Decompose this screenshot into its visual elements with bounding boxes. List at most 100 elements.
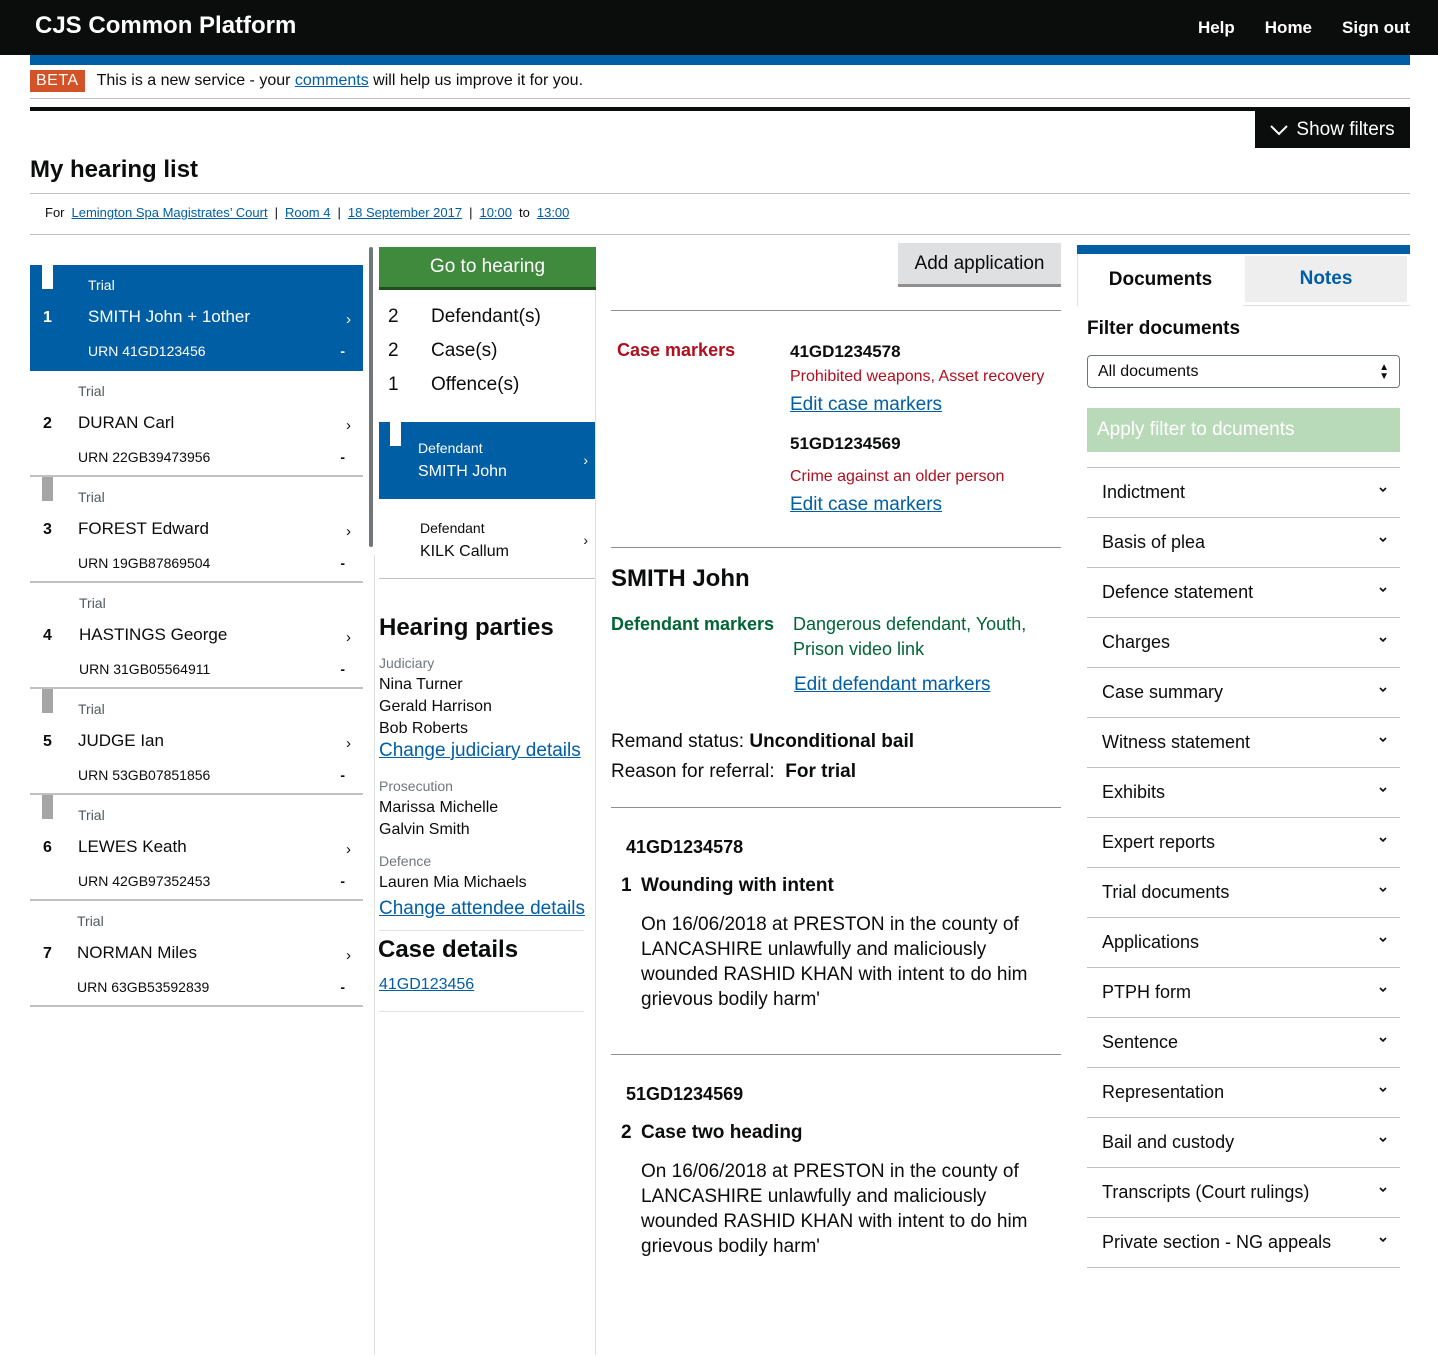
divider — [1243, 305, 1410, 306]
divider — [611, 547, 1061, 548]
document-category-item[interactable]: Charges — [1087, 618, 1400, 668]
prosecution-label: Prosecution — [379, 778, 453, 794]
chevron-right-icon: › — [346, 523, 351, 540]
urn-value: 41GD123456 — [122, 343, 206, 359]
defence-label: Defence — [379, 853, 432, 869]
document-category-item[interactable]: PTPH form — [1087, 968, 1400, 1018]
document-category-item[interactable]: Defence statement — [1087, 568, 1400, 618]
beta-tag: BETA — [30, 70, 85, 92]
hearing-item-7[interactable]: Trial 7 NORMAN Miles URN 63GB53592839 › … — [30, 901, 363, 1007]
document-category-item[interactable]: Exhibits — [1087, 768, 1400, 818]
divider — [611, 807, 1061, 808]
app-title[interactable]: CJS Common Platform — [35, 12, 296, 40]
chevron-down-icon — [1379, 737, 1387, 743]
document-category-item[interactable]: Bail and custody — [1087, 1118, 1400, 1168]
document-category-item[interactable]: Private section - NG appeals — [1087, 1218, 1400, 1268]
defendant-card-kilk[interactable]: Defendant KILK Callum › — [379, 502, 596, 579]
case-details-link[interactable]: 41GD123456 — [379, 976, 474, 994]
chevron-down-icon — [1379, 887, 1387, 893]
document-category-item[interactable]: Expert reports — [1087, 818, 1400, 868]
edit-defendant-markers-link[interactable]: Edit defendant markers — [794, 674, 990, 696]
urn-label: URN — [78, 873, 109, 889]
hearing-item-4[interactable]: Trial 4 HASTINGS George URN 31GB05564911… — [30, 583, 363, 689]
document-category-label: Charges — [1102, 632, 1171, 652]
time-from-link[interactable]: 10:00 — [479, 205, 512, 220]
document-category-label: Bail and custody — [1102, 1132, 1235, 1152]
document-category-item[interactable]: Applications — [1087, 918, 1400, 968]
urn-label: URN — [78, 449, 109, 465]
hearing-dash: - — [340, 555, 345, 571]
document-list: Indictment Basis of plea Defence statement… — [1087, 467, 1400, 1268]
defendant-card-smith[interactable]: Defendant SMITH John › — [379, 422, 596, 499]
document-category-label: Representation — [1102, 1082, 1225, 1102]
nav-help[interactable]: Help — [1198, 18, 1235, 38]
hearing-item-2[interactable]: Trial 2 DURAN Carl URN 22GB39473956 › - — [30, 371, 363, 477]
count-offences: 1 Offence(s) — [388, 374, 541, 408]
divider — [30, 234, 1410, 235]
urn-value: 19GB87869504 — [112, 555, 211, 571]
hearing-number: 4 — [43, 627, 52, 644]
filter-selected-value: All documents — [1098, 362, 1199, 380]
document-category-label: PTPH form — [1102, 982, 1192, 1002]
date-link[interactable]: 18 September 2017 — [348, 205, 462, 220]
urn-value: 22GB39473956 — [112, 449, 211, 465]
nav-home[interactable]: Home — [1265, 18, 1312, 38]
document-category-item[interactable]: Witness statement — [1087, 718, 1400, 768]
comments-link[interactable]: comments — [295, 72, 369, 89]
page-title: My hearing list — [30, 156, 199, 183]
edit-case-markers-link[interactable]: Edit case markers — [790, 394, 942, 416]
change-judiciary-link[interactable]: Change judiciary details — [379, 740, 581, 762]
hearing-dash: - — [340, 873, 345, 889]
document-category-item[interactable]: Representation — [1087, 1068, 1400, 1118]
document-filter-select[interactable]: All documents ▲ ▼ — [1087, 355, 1400, 388]
hearing-item-6[interactable]: Trial 6 LEWES Keath URN 42GB97352453 › - — [30, 795, 363, 901]
urn-label: URN — [88, 343, 119, 359]
tab-notes[interactable]: Notes — [1245, 256, 1407, 302]
time-to-link[interactable]: 13:00 — [537, 205, 570, 220]
chevron-right-icon: › — [346, 629, 351, 646]
document-category-label: Trial documents — [1102, 882, 1230, 902]
count-value: 2 — [388, 306, 399, 327]
divider — [374, 555, 375, 1355]
court-link[interactable]: Lemington Spa Magistrates’ Court — [72, 205, 268, 220]
change-attendee-link[interactable]: Change attendee details — [379, 898, 585, 920]
divider — [30, 107, 1410, 111]
document-category-label: Applications — [1102, 932, 1200, 952]
list-scrollbar[interactable] — [369, 247, 373, 547]
hearing-item-5[interactable]: Trial 5 JUDGE Ian URN 53GB07851856 › - — [30, 689, 363, 795]
show-filters-button[interactable]: Show filters — [1255, 111, 1410, 148]
nav-sign-out[interactable]: Sign out — [1342, 18, 1410, 38]
hearing-urn: URN 31GB05564911 — [79, 661, 210, 677]
remand-label: Remand status: — [611, 731, 745, 752]
count-defendants: 2 Defendant(s) — [388, 306, 541, 340]
divider — [595, 290, 596, 1355]
hearing-type: Trial — [78, 807, 105, 823]
edit-case-markers-link[interactable]: Edit case markers — [790, 494, 942, 516]
referral-reason: Reason for referral: For trial — [611, 761, 856, 783]
urn-label: URN — [79, 661, 110, 677]
remand-value: Unconditional bail — [749, 731, 915, 752]
separator: | — [337, 205, 341, 220]
add-application-button[interactable]: Add application — [898, 243, 1061, 287]
panel-accent-bar — [1077, 245, 1410, 254]
hearing-item-1[interactable]: Trial 1 SMITH John + 1other URN 41GD1234… — [30, 265, 363, 371]
go-to-hearing-button[interactable]: Go to hearing — [379, 247, 596, 290]
hearing-name: HASTINGS George — [79, 625, 228, 644]
room-link[interactable]: Room 4 — [285, 205, 331, 220]
document-category-item[interactable]: Basis of plea — [1087, 518, 1400, 568]
chevron-down-icon — [1379, 587, 1387, 593]
offence-number: 2 — [621, 1122, 632, 1143]
hearing-type: Trial — [78, 701, 105, 717]
document-category-item[interactable]: Transcripts (Court rulings) — [1087, 1168, 1400, 1218]
hearing-item-3[interactable]: Trial 3 FOREST Edward URN 19GB87869504 ›… — [30, 477, 363, 583]
count-value: 1 — [388, 374, 399, 395]
document-category-item[interactable]: Trial documents — [1087, 868, 1400, 918]
apply-filter-button[interactable]: Apply filter to dcuments — [1087, 408, 1400, 452]
document-category-item[interactable]: Case summary — [1087, 668, 1400, 718]
defence-member: Lauren Mia Michaels — [379, 874, 527, 891]
document-category-item[interactable]: Sentence — [1087, 1018, 1400, 1068]
document-category-item[interactable]: Indictment — [1087, 468, 1400, 518]
tab-documents[interactable]: Documents — [1077, 254, 1243, 306]
count-label: Defendant(s) — [431, 306, 541, 327]
separator: | — [274, 205, 278, 220]
